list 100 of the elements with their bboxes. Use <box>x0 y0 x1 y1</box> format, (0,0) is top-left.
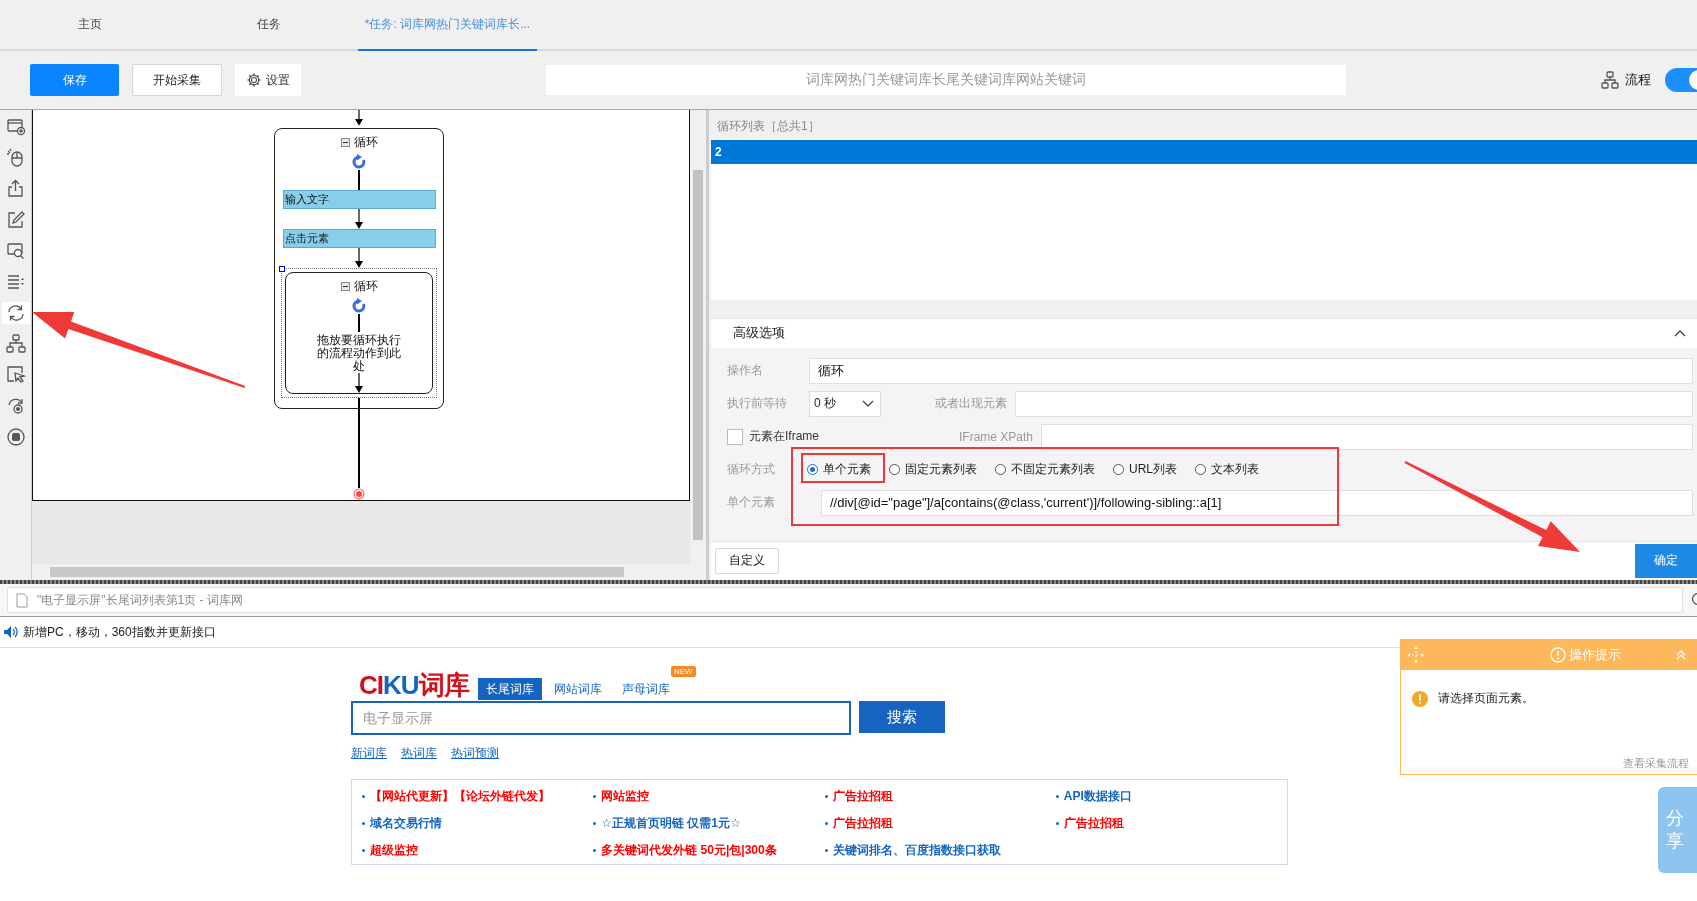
settings-button[interactable]: 设置 <box>235 64 301 96</box>
bullet-icon <box>362 794 365 798</box>
site-logo[interactable]: CIKU词库 <box>359 670 469 700</box>
caret-icon <box>862 399 874 408</box>
link[interactable]: 查看采集流程 <box>1623 756 1689 771</box>
bullet-icon <box>593 848 597 852</box>
input-field[interactable] <box>1015 390 1693 417</box>
speaker-icon <box>3 625 19 639</box>
radio-button[interactable] <box>807 464 818 476</box>
bullet-icon <box>593 794 597 798</box>
address-bar[interactable]: "电子显示屏"长尾词列表第1页 - 词库网 <box>7 587 1683 613</box>
radio-button[interactable] <box>995 464 1006 476</box>
radio-label: 文本列表 <box>1211 461 1259 479</box>
action-step: 输入文字 <box>282 189 436 209</box>
link[interactable]: 多关键词代发外链 50元|包|300条 <box>601 841 777 859</box>
collapse-icon[interactable] <box>340 282 350 292</box>
page-add-icon <box>5 117 26 137</box>
flow-arrow <box>354 247 364 268</box>
vertical-scrollbar[interactable] <box>690 110 706 580</box>
bullet-icon <box>362 821 365 825</box>
custom-button[interactable]: 自定义 <box>715 547 779 574</box>
search-field[interactable]: 电子显示屏 <box>351 701 851 735</box>
tab[interactable]: 主页 <box>0 0 179 49</box>
wait-dropdown[interactable]: 0 秒 <box>809 390 881 417</box>
input-field[interactable]: //div[@id="page"]/a[contains(@class,'current')]/following-sibling::a[1] <box>821 489 1693 516</box>
task-title-field[interactable]: 词库网热门关键词库长尾关键词库网站关键词 <box>546 65 1346 95</box>
link[interactable]: API数据接口 <box>1063 787 1132 805</box>
tool-button[interactable] <box>1 302 30 324</box>
field-label: 循环方式 <box>727 461 776 479</box>
link[interactable]: 新词库 <box>351 745 387 762</box>
confirm-button[interactable]: 确定 <box>1635 543 1697 578</box>
cursor-icon <box>5 365 26 385</box>
flow-arrow <box>354 110 364 126</box>
link[interactable]: ☆正规首页明链 仅需1元☆ <box>601 814 741 832</box>
link[interactable]: 域名交易行情 <box>370 814 442 832</box>
save-button[interactable]: 保存 <box>30 64 119 96</box>
bullet-icon <box>362 848 365 852</box>
link[interactable]: 关键词排名、百度指数接口获取 <box>832 841 1001 859</box>
loop-icon <box>351 153 367 170</box>
bullet-icon <box>1055 794 1059 798</box>
list-icon <box>5 272 26 292</box>
field-label: 操作名 <box>727 362 764 380</box>
field-label: 或者出现元素 <box>934 395 1008 413</box>
resize-handle[interactable] <box>279 265 285 272</box>
radio-label: 单个元素 <box>823 461 871 479</box>
list-header: 循环列表［总共1］ <box>716 118 821 135</box>
loop-icon <box>351 297 367 314</box>
checkbox-label: 元素在Iframe <box>749 428 819 446</box>
flowchart-icon <box>1601 71 1619 89</box>
search-button[interactable]: 搜索 <box>859 701 945 733</box>
warning-icon <box>1412 690 1428 707</box>
notice-text: 新增PC，移动，360指数并更新接口 <box>23 623 216 641</box>
edit-icon <box>5 210 26 230</box>
link[interactable]: 网站监控 <box>601 787 650 805</box>
link[interactable]: 广告拉招租 <box>832 814 893 832</box>
panel-title: 操作提示 <box>1568 646 1621 664</box>
tree-icon <box>5 334 26 354</box>
radio-button[interactable] <box>1113 464 1124 476</box>
link[interactable]: 热词库 <box>401 745 437 762</box>
radio-button[interactable] <box>1195 464 1206 476</box>
page-icon <box>16 592 28 608</box>
stop-icon <box>5 427 26 447</box>
collapse-icon[interactable] <box>340 138 350 148</box>
field-label: 执行前等待 <box>727 395 788 413</box>
tip-message: 请选择页面元素。 <box>1438 690 1534 707</box>
tab[interactable]: 任务 <box>179 0 358 49</box>
horizontal-scrollbar[interactable] <box>32 564 690 580</box>
rotate-icon <box>5 396 26 416</box>
settings-icon <box>246 72 262 88</box>
field-label: 单个元素 <box>727 494 776 512</box>
list-row[interactable]: 2 <box>711 139 1697 164</box>
bullet-icon <box>824 794 828 798</box>
bullet-icon <box>1055 821 1059 825</box>
link[interactable]: 【网站代更新】【论坛外链代发】 <box>370 787 550 805</box>
export-icon <box>5 179 26 199</box>
chevron-up-icon[interactable] <box>1673 328 1687 339</box>
page-title: "电子显示屏"长尾词列表第1页 - 词库网 <box>37 591 243 609</box>
new-badge: NEW <box>670 666 696 677</box>
start-button[interactable]: 开始采集 <box>132 64 222 96</box>
loop-title: 循环 <box>353 134 378 152</box>
link[interactable]: 热词预测 <box>451 745 499 762</box>
field-label: IFrame XPath <box>957 429 1034 444</box>
site-tab[interactable]: 长尾词库 <box>477 678 542 700</box>
site-tab[interactable]: 网站词库 <box>545 678 610 700</box>
link[interactable]: 超级监控 <box>370 841 418 859</box>
link[interactable]: 广告拉招租 <box>832 787 893 805</box>
input-field[interactable] <box>1041 423 1693 450</box>
screen-search-icon <box>5 241 26 261</box>
connector-line <box>358 169 360 190</box>
radio-button[interactable] <box>889 464 900 476</box>
input-field[interactable]: 循环 <box>809 357 1693 384</box>
section-title: 高级选项 <box>733 324 785 343</box>
loop-title: 循环 <box>353 278 378 296</box>
bullet-icon <box>824 821 828 825</box>
bullet-icon <box>824 848 828 852</box>
link[interactable]: 广告拉招租 <box>1063 814 1124 832</box>
bullet-icon <box>593 821 597 825</box>
checkbox[interactable] <box>727 428 743 445</box>
connector-line <box>358 313 360 332</box>
flow-arrow <box>354 372 364 393</box>
